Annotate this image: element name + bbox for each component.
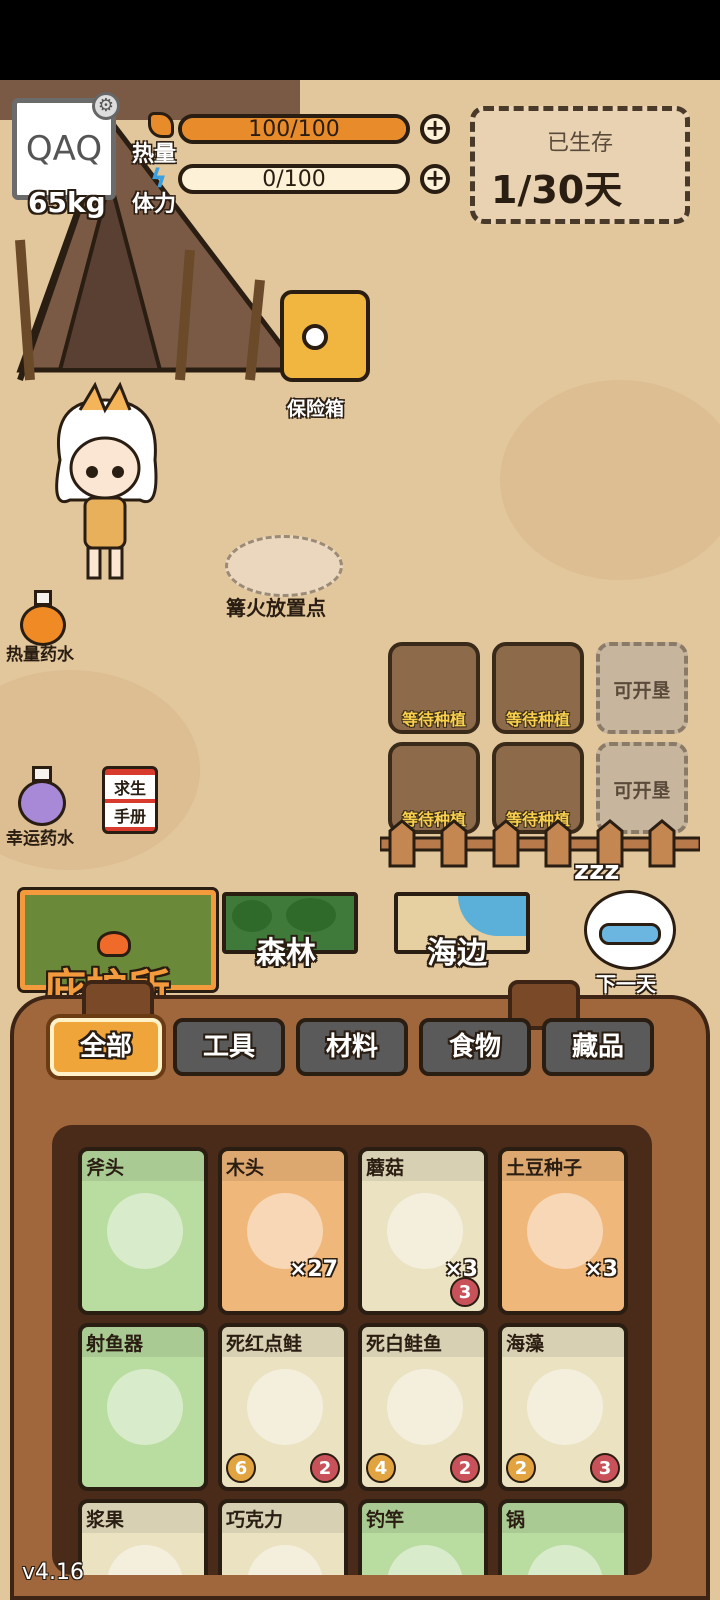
- item-name: 浆果: [86, 1509, 125, 1531]
- forest-label: 森林: [256, 936, 316, 971]
- item-icon: [107, 1193, 183, 1269]
- player-weight: 65kg: [28, 186, 106, 219]
- survival-manual-button[interactable]: 求生 手册: [102, 766, 158, 834]
- campfire-spot[interactable]: [225, 535, 343, 597]
- item-icon: [387, 1545, 463, 1575]
- item-card[interactable]: 巧克力: [218, 1499, 348, 1575]
- item-card[interactable]: 斧头: [78, 1147, 208, 1315]
- plot-label: 等待种植: [401, 710, 466, 729]
- item-name: 斧头: [86, 1157, 125, 1179]
- item-name: 蘑菇: [366, 1157, 405, 1179]
- item-card[interactable]: 死白鲑鱼 4 2: [358, 1323, 488, 1491]
- item-card[interactable]: 射鱼器: [78, 1323, 208, 1491]
- item-card[interactable]: 死红点鲑 6 2: [218, 1323, 348, 1491]
- luck-potion-icon[interactable]: [18, 766, 66, 826]
- tab-2[interactable]: 材料: [296, 1018, 408, 1076]
- heat-icon: [148, 112, 174, 138]
- heat-value-badge: 4: [366, 1453, 396, 1483]
- tab-4[interactable]: 藏品: [542, 1018, 654, 1076]
- item-name: 死红点鲑: [226, 1333, 303, 1355]
- item-quantity: ×3: [584, 1257, 618, 1282]
- item-icon: [387, 1369, 463, 1445]
- add-heat-button[interactable]: +: [420, 114, 450, 144]
- tab-0[interactable]: 全部: [50, 1018, 162, 1076]
- item-card[interactable]: 木头 ×27: [218, 1147, 348, 1315]
- item-icon: [107, 1369, 183, 1445]
- safe-dial-icon: [302, 324, 328, 350]
- luck-potion-label: 幸运药水: [6, 829, 74, 849]
- heat-value-badge: 6: [226, 1453, 256, 1483]
- plot-label: 可开垦: [613, 780, 671, 802]
- item-card[interactable]: 蘑菇 ×3 3: [358, 1147, 488, 1315]
- stamina-label: 体力: [132, 192, 177, 217]
- inventory-grid: 斧头 木头 ×27 蘑菇 ×3 3 土豆种子 ×3 射鱼器 死红点鲑 6 2 死白鲑鱼 4 2 海藻 2 3 浆果巧…: [52, 1125, 652, 1575]
- item-card[interactable]: 浆果: [78, 1499, 208, 1575]
- safe-label: 保险箱: [287, 398, 345, 420]
- item-name: 巧克力: [226, 1509, 284, 1531]
- item-name: 木头: [226, 1157, 265, 1179]
- stamina-value-badge: 2: [450, 1453, 480, 1483]
- safe-icon[interactable]: [280, 290, 370, 382]
- settings-gear-icon[interactable]: ⚙: [92, 92, 120, 120]
- sleep-zzz-icon: zzz: [574, 856, 620, 886]
- add-stamina-button[interactable]: +: [420, 164, 450, 194]
- stamina-value-badge: 2: [310, 1453, 340, 1483]
- stamina-value: 0/100: [262, 167, 326, 192]
- item-name: 死白鲑鱼: [366, 1333, 443, 1355]
- item-card[interactable]: 海藻 2 3: [498, 1323, 628, 1491]
- tab-1[interactable]: 工具: [173, 1018, 285, 1076]
- tab-3[interactable]: 食物: [419, 1018, 531, 1076]
- stamina-value-badge: 3: [590, 1453, 620, 1483]
- version-label: v4.16: [22, 1560, 85, 1585]
- plot-label: 可开垦: [613, 680, 671, 702]
- heat-bar: 100/100: [178, 114, 410, 144]
- heat-value-badge: 2: [506, 1453, 536, 1483]
- item-icon: [527, 1369, 603, 1445]
- stamina-bar: 0/100: [178, 164, 410, 194]
- item-icon: [247, 1369, 323, 1445]
- beach-label: 海边: [427, 936, 487, 971]
- plot-waiting[interactable]: 等待种植: [388, 642, 480, 734]
- item-card[interactable]: 土豆种子 ×3: [498, 1147, 628, 1315]
- campfire-label: 篝火放置点: [226, 596, 326, 620]
- item-name: 锅: [506, 1509, 526, 1531]
- potion-body: [18, 780, 66, 826]
- ground-patch: [500, 380, 720, 580]
- item-name: 海藻: [506, 1333, 545, 1355]
- manual-label-1: 求生: [105, 775, 155, 799]
- survived-days: 1/30天: [491, 168, 623, 212]
- plot-waiting[interactable]: 等待种植: [492, 642, 584, 734]
- next-day-label[interactable]: 下一天: [596, 968, 656, 997]
- sleep-mask: [599, 923, 661, 945]
- item-icon: [527, 1545, 603, 1575]
- item-name: 土豆种子: [506, 1157, 583, 1179]
- item-icon: [107, 1545, 183, 1575]
- game-scene: QAQ ⚙ 65kg 热量 100/100 + ϟ 体力 0/100 + 已生存…: [0, 80, 720, 1600]
- plot-locked[interactable]: 可开垦: [596, 642, 688, 734]
- sleeping-character-icon[interactable]: [584, 890, 676, 970]
- fence: [380, 819, 700, 868]
- heat-potion-icon[interactable]: [20, 590, 66, 646]
- item-name: 钓竿: [366, 1509, 405, 1531]
- stamina-value-badge: 3: [450, 1277, 480, 1307]
- survived-title: 已生存: [546, 131, 613, 156]
- item-name: 射鱼器: [86, 1333, 144, 1355]
- plot-label: 等待种植: [505, 710, 570, 729]
- player-character[interactable]: [40, 380, 170, 590]
- campfire-icon: [97, 931, 131, 957]
- item-icon: [247, 1545, 323, 1575]
- survival-days-panel: 已生存 1/30天: [470, 106, 690, 224]
- manual-label-2: 手册: [105, 803, 155, 827]
- heat-value: 100/100: [248, 117, 340, 142]
- heat-potion-label: 热量药水: [6, 645, 74, 665]
- avatar-text: QAQ: [25, 129, 103, 169]
- item-quantity: ×27: [288, 1257, 338, 1282]
- item-card[interactable]: 锅: [498, 1499, 628, 1575]
- item-card[interactable]: 钓竿: [358, 1499, 488, 1575]
- tree-icon: [286, 898, 336, 932]
